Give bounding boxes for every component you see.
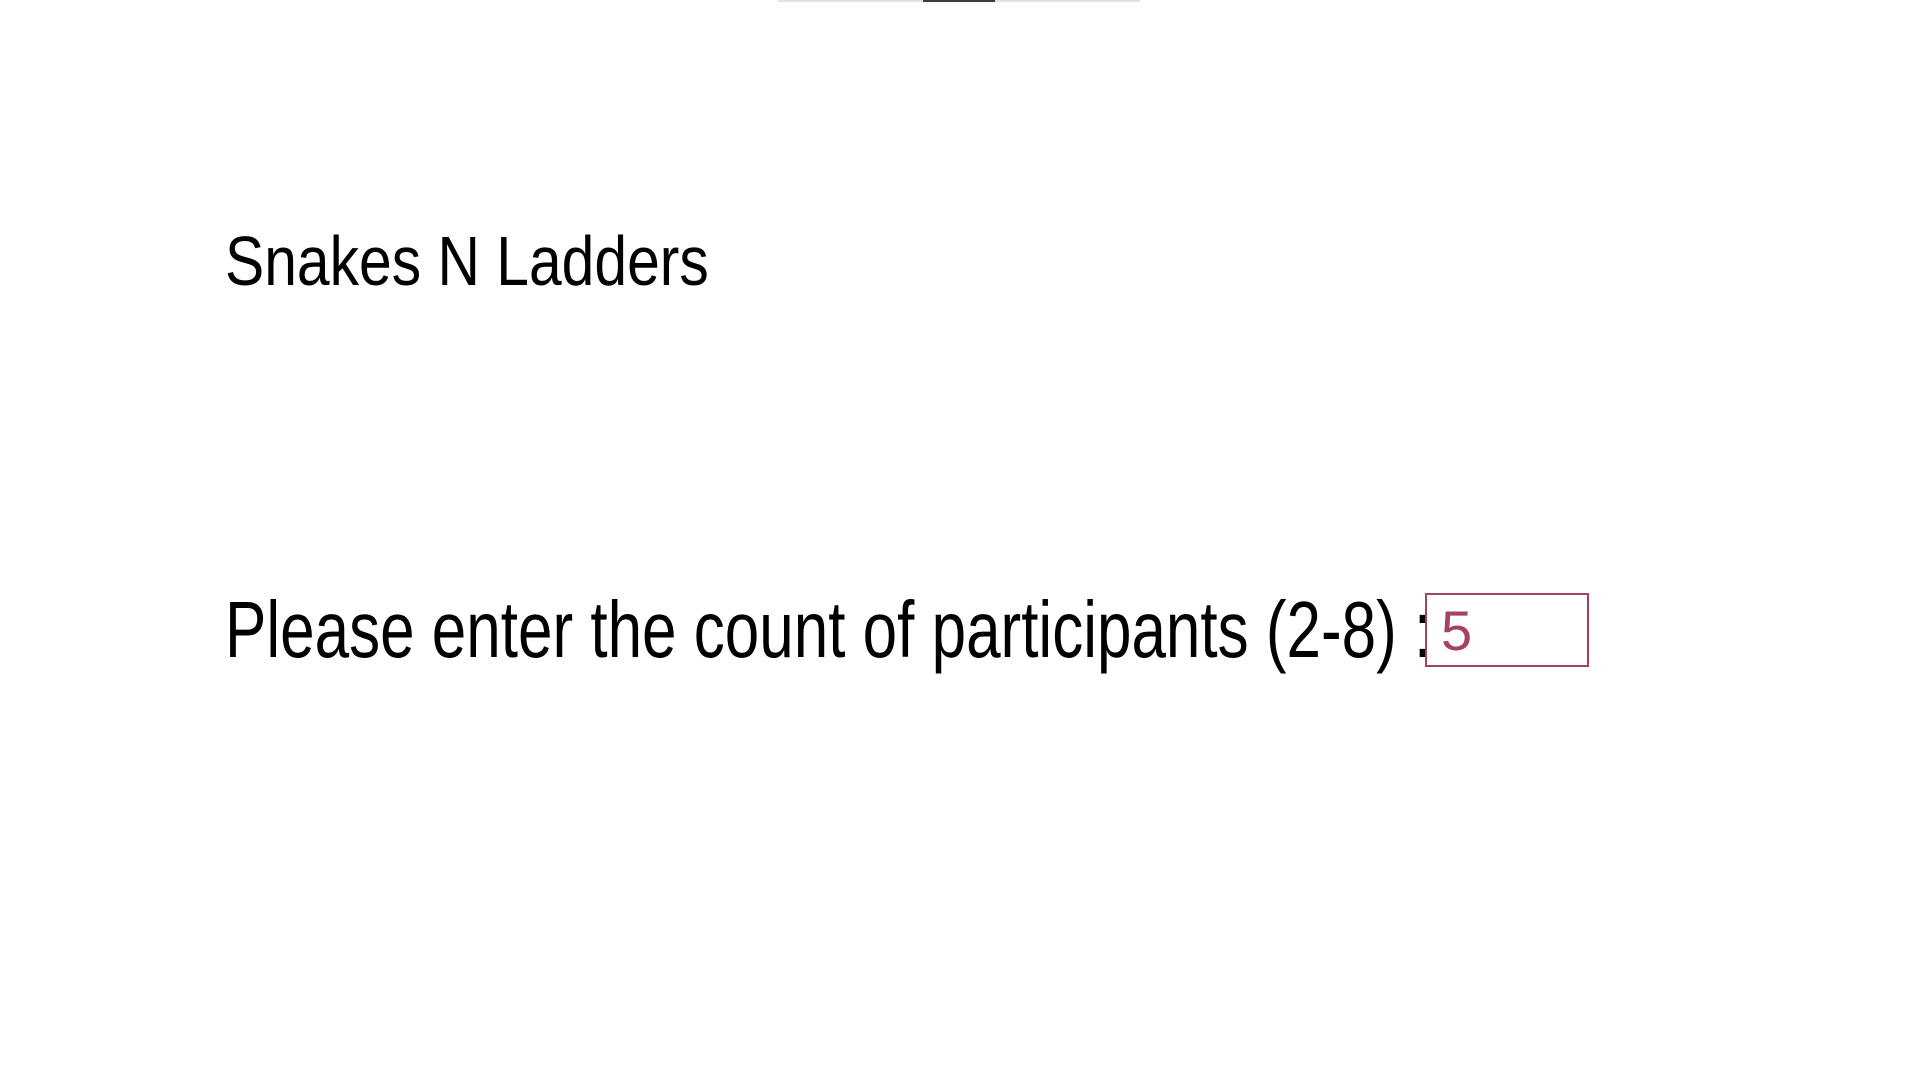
participant-count-form: Please enter the count of participants (… [225,585,1781,674]
participant-count-label: Please enter the count of participants (… [225,585,1432,674]
scroll-indicator-thumb [923,0,995,2]
participant-count-input[interactable] [1425,593,1589,667]
scroll-indicator [778,0,1140,2]
page-title: Snakes N Ladders [225,222,709,300]
